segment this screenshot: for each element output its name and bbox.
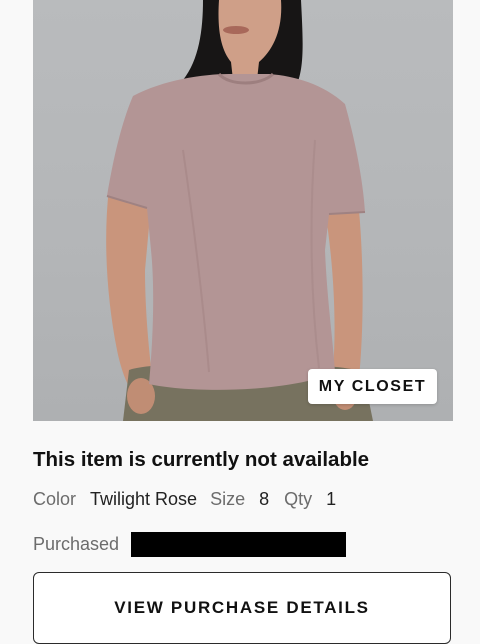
qty-label: Qty <box>284 489 313 509</box>
item-attributes: Color Twilight Rose Size 8 Qty 1 <box>33 489 336 510</box>
availability-status: This item is currently not available <box>33 448 370 471</box>
size-value: 8 <box>259 489 270 509</box>
view-purchase-details-button[interactable]: VIEW PURCHASE DETAILS <box>33 572 451 644</box>
my-closet-badge[interactable]: MY CLOSET <box>308 369 437 404</box>
purchase-info: Purchased <box>33 532 347 557</box>
qty-value: 1 <box>326 489 337 509</box>
redacted-purchase-date <box>131 532 347 557</box>
color-label: Color <box>33 489 77 509</box>
product-image[interactable]: MY CLOSET <box>33 0 453 421</box>
color-value: Twilight Rose <box>90 489 198 509</box>
size-label: Size <box>210 489 246 509</box>
purchased-label: Purchased <box>33 534 120 554</box>
product-photo <box>106 0 373 421</box>
